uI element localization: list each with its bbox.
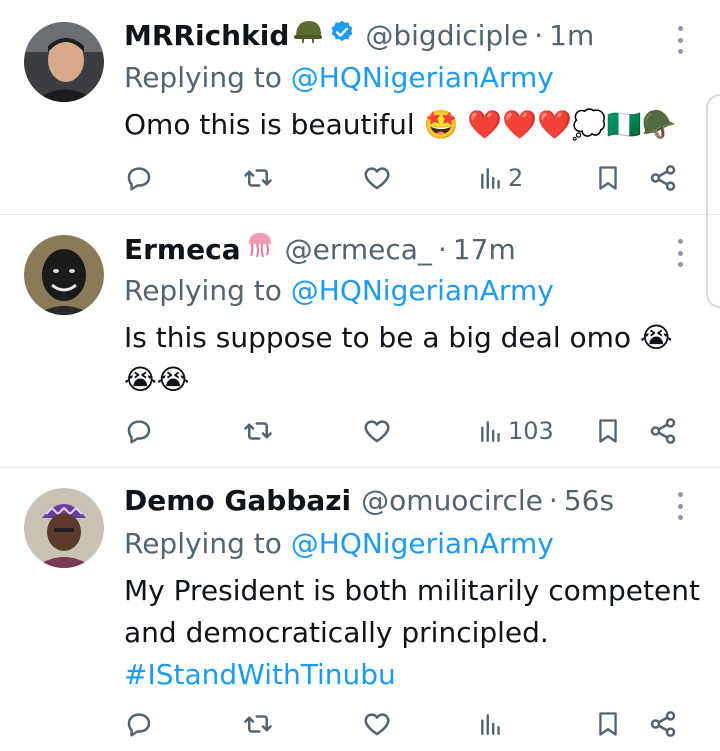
bookmark-icon: [599, 419, 617, 443]
tweet-header: Ermeca @ermeca_ · 17m: [124, 230, 516, 269]
share-icon: [650, 418, 676, 444]
tweet-text-line: My President is both militarily competen…: [124, 574, 700, 607]
tweet-text: Is this suppose to be a big deal omo 😭 😭…: [124, 317, 704, 401]
heart-icon: [364, 167, 390, 190]
replying-to-mention[interactable]: @HQNigerianArmy: [291, 274, 554, 307]
share-icon: [650, 165, 676, 191]
author-handle[interactable]: @omuocircle: [361, 483, 543, 519]
avatar[interactable]: [24, 22, 104, 102]
analytics-icon: [481, 714, 500, 735]
timestamp[interactable]: 1m: [549, 18, 594, 54]
helmet-emoji: [293, 18, 323, 54]
verified-badge-icon: [329, 18, 355, 54]
views-button[interactable]: 103: [478, 411, 554, 451]
share-button[interactable]: [648, 158, 678, 198]
author-name[interactable]: Ermeca: [124, 232, 241, 268]
share-icon: [650, 711, 676, 737]
tweet-text: Omo this is beautiful 🤩 ❤️❤️❤️💭🇳🇬🪖: [124, 108, 677, 141]
retweet-button[interactable]: [242, 158, 274, 198]
replying-to-mention[interactable]: @HQNigerianArmy: [291, 61, 554, 94]
views-count: 2: [508, 164, 524, 192]
bookmark-button[interactable]: [594, 411, 622, 451]
heart-icon: [364, 420, 390, 443]
replying-to: Replying to @HQNigerianArmy: [124, 273, 554, 309]
reply-icon: [127, 420, 151, 444]
reply-button[interactable]: [124, 411, 154, 451]
separator-dot: ·: [437, 232, 447, 266]
retweet-icon: [244, 169, 272, 187]
replying-to: Replying to @HQNigerianArmy: [124, 60, 554, 96]
tweet-3[interactable]: Demo Gabbazi @omuocircle · 56s Replying …: [0, 468, 720, 751]
tweet-text: My President is both militarily competen…: [124, 570, 704, 696]
avatar[interactable]: [24, 488, 104, 568]
like-button[interactable]: [362, 411, 392, 451]
like-button[interactable]: [362, 158, 392, 198]
author-name[interactable]: Demo Gabbazi: [124, 483, 351, 519]
retweet-icon: [244, 715, 272, 733]
replying-to-label: Replying to: [124, 274, 282, 307]
tweet-actions: [124, 704, 684, 744]
tweet-header: MRRichkid @bigdiciple · 1m: [124, 18, 594, 54]
replying-to-label: Replying to: [124, 527, 282, 560]
views-count: 103: [508, 417, 554, 445]
more-options-icon[interactable]: [672, 239, 688, 267]
reply-button[interactable]: [124, 704, 154, 744]
retweet-button[interactable]: [242, 704, 274, 744]
hashtag-link[interactable]: #IStandWithTinubu: [124, 654, 704, 696]
tweet-actions: 103: [124, 411, 684, 451]
views-button[interactable]: 2: [478, 158, 523, 198]
bookmark-button[interactable]: [594, 704, 622, 744]
analytics-icon: [481, 421, 500, 442]
reply-icon: [127, 713, 151, 737]
separator-dot: ·: [534, 19, 544, 52]
author-name[interactable]: MRRichkid: [124, 18, 289, 54]
separator-dot: ·: [548, 484, 558, 517]
tweet-text-line: and democratically principled.: [124, 616, 549, 649]
timestamp[interactable]: 56s: [564, 483, 614, 519]
author-handle[interactable]: @ermeca_: [285, 232, 432, 268]
replying-to-label: Replying to: [124, 61, 282, 94]
jellyfish-emoji: [245, 230, 275, 269]
floating-panel-edge: [706, 94, 720, 308]
tweet-actions: 2: [124, 158, 684, 198]
tweet-2[interactable]: Ermeca @ermeca_ · 17m Replying to @HQNig…: [0, 215, 720, 467]
heart-icon: [364, 713, 390, 736]
retweet-icon: [244, 422, 272, 440]
author-handle[interactable]: @bigdiciple: [365, 18, 528, 54]
replying-to: Replying to @HQNigerianArmy: [124, 526, 554, 562]
bookmark-icon: [599, 712, 617, 736]
tweet-1[interactable]: MRRichkid @bigdiciple · 1m Replying to @…: [0, 0, 720, 214]
more-options-icon[interactable]: [672, 492, 688, 520]
tweet-text-line: 😭😭: [124, 363, 190, 396]
bookmark-button[interactable]: [594, 158, 622, 198]
analytics-icon: [481, 168, 500, 189]
share-button[interactable]: [648, 411, 678, 451]
like-button[interactable]: [362, 704, 392, 744]
reply-icon: [127, 167, 151, 191]
views-button[interactable]: [478, 704, 508, 744]
replying-to-mention[interactable]: @HQNigerianArmy: [291, 527, 554, 560]
more-options-icon[interactable]: [672, 26, 688, 54]
bookmark-icon: [599, 166, 617, 190]
retweet-button[interactable]: [242, 411, 274, 451]
timestamp[interactable]: 17m: [453, 232, 516, 268]
reply-button[interactable]: [124, 158, 154, 198]
tweet-text-line: Is this suppose to be a big deal omo 😭: [124, 321, 673, 354]
share-button[interactable]: [648, 704, 678, 744]
tweet-header: Demo Gabbazi @omuocircle · 56s: [124, 483, 614, 519]
avatar[interactable]: [24, 235, 104, 315]
